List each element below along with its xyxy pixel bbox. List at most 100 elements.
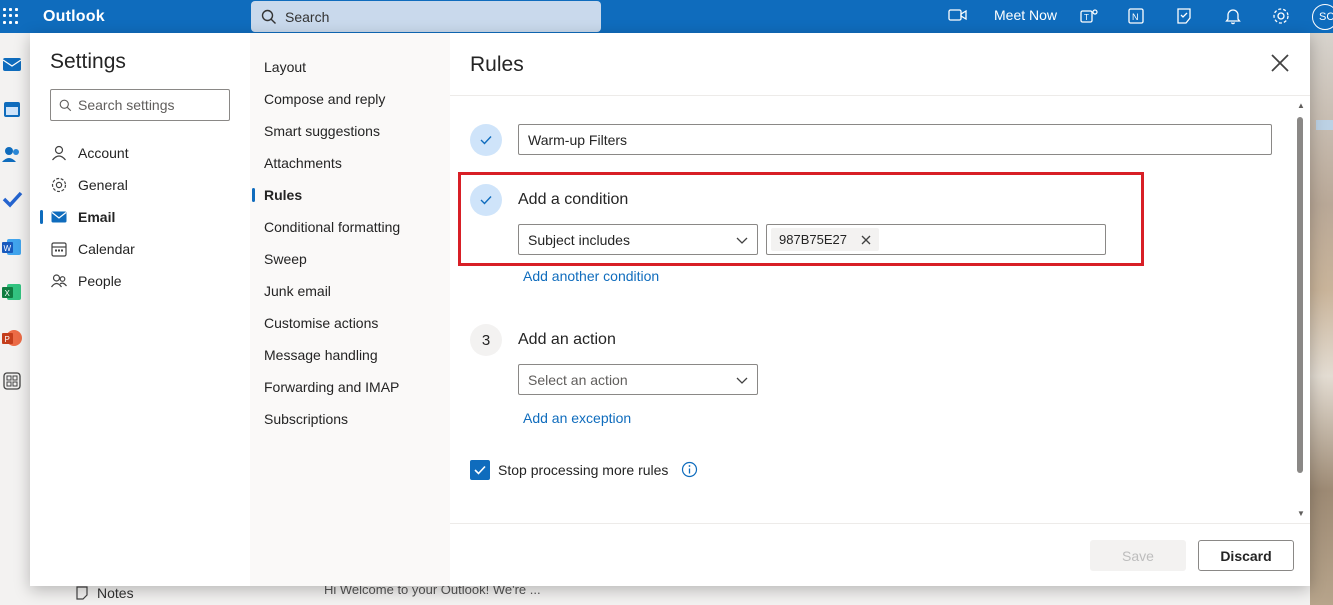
global-search-box[interactable]: Search — [251, 1, 601, 32]
section-smart-suggestions[interactable]: Smart suggestions — [250, 115, 450, 147]
checkmark-icon — [480, 136, 492, 145]
section-layout[interactable]: Layout — [250, 51, 450, 83]
onenote-icon[interactable]: N — [1127, 7, 1147, 25]
people-icon — [51, 274, 67, 288]
background-image-accent — [1316, 120, 1333, 130]
rules-editor-pane: Rules Warm-up Filters Add a condition Su… — [450, 33, 1310, 586]
category-account[interactable]: Account — [40, 137, 240, 169]
chevron-down-icon — [736, 377, 748, 384]
app-rail: W X P — [0, 33, 30, 605]
gear-icon — [51, 177, 67, 193]
search-icon — [59, 99, 72, 111]
bell-icon[interactable] — [1223, 7, 1243, 25]
step-1-complete-indicator — [470, 124, 502, 156]
discard-button[interactable]: Discard — [1198, 540, 1294, 571]
section-rules[interactable]: Rules — [250, 179, 450, 211]
mail-icon — [51, 211, 67, 223]
background-notes-item[interactable]: Notes — [75, 585, 134, 601]
section-customise-actions[interactable]: Customise actions — [250, 307, 450, 339]
step-3-indicator: 3 — [470, 324, 502, 356]
powerpoint-app-icon[interactable]: P — [1, 327, 23, 349]
action-type-placeholder: Select an action — [528, 371, 628, 388]
svg-text:X: X — [5, 289, 11, 298]
search-icon — [261, 9, 276, 24]
category-general[interactable]: General — [40, 169, 240, 201]
to-do-icon[interactable] — [1175, 7, 1195, 25]
scrollbar-thumb[interactable] — [1297, 117, 1303, 473]
svg-text:N: N — [1132, 12, 1139, 22]
settings-dialog: Settings Search settings Account General… — [30, 33, 1310, 586]
condition-type-value: Subject includes — [528, 231, 630, 248]
category-calendar[interactable]: Calendar — [40, 233, 240, 265]
condition-value-tag: 987B75E27 — [771, 228, 879, 251]
save-button[interactable]: Save — [1090, 540, 1186, 571]
svg-text:W: W — [4, 244, 12, 253]
scroll-up-arrow[interactable]: ▲ — [1297, 101, 1305, 110]
footer-divider — [450, 523, 1310, 524]
excel-app-icon[interactable]: X — [1, 281, 23, 303]
email-section-list: Layout Compose and reply Smart suggestio… — [250, 51, 450, 435]
section-forwarding-and-imap[interactable]: Forwarding and IMAP — [250, 371, 450, 403]
video-camera-icon — [948, 9, 967, 21]
section-conditional-formatting[interactable]: Conditional formatting — [250, 211, 450, 243]
add-another-condition-link[interactable]: Add another condition — [523, 268, 659, 284]
background-image — [1310, 33, 1333, 605]
app-title[interactable]: Outlook — [43, 8, 105, 26]
scroll-down-arrow[interactable]: ▼ — [1297, 509, 1305, 518]
header-divider — [450, 95, 1310, 96]
person-icon — [52, 145, 66, 161]
gear-icon[interactable] — [1271, 7, 1291, 25]
section-sweep[interactable]: Sweep — [250, 243, 450, 275]
meet-now-button[interactable]: Meet Now — [948, 7, 1057, 23]
to-do-app-icon[interactable] — [1, 188, 23, 210]
info-icon[interactable] — [681, 461, 698, 478]
calendar-icon — [51, 242, 67, 257]
add-exception-link[interactable]: Add an exception — [523, 410, 631, 426]
remove-tag-icon[interactable] — [861, 235, 871, 245]
rule-name-value: Warm-up Filters — [528, 131, 628, 148]
notes-label: Notes — [97, 585, 134, 601]
avatar[interactable]: SC — [1312, 4, 1333, 30]
stop-processing-checkbox[interactable] — [470, 460, 490, 480]
svg-text:T: T — [1084, 13, 1089, 22]
svg-text:P: P — [5, 335, 10, 344]
mail-app-icon[interactable] — [1, 53, 23, 75]
section-attachments[interactable]: Attachments — [250, 147, 450, 179]
category-email[interactable]: Email — [40, 201, 240, 233]
condition-value-text: 987B75E27 — [779, 232, 847, 247]
page-title: Rules — [470, 53, 524, 76]
calendar-app-icon[interactable] — [1, 98, 23, 120]
global-search-placeholder: Search — [285, 8, 330, 25]
category-label: Email — [78, 209, 116, 225]
condition-type-dropdown[interactable]: Subject includes — [518, 224, 758, 255]
teams-icon[interactable]: T — [1079, 7, 1099, 25]
word-app-icon[interactable]: W — [1, 236, 23, 258]
category-label: People — [78, 273, 122, 289]
section-junk-email[interactable]: Junk email — [250, 275, 450, 307]
condition-heading: Add a condition — [518, 191, 629, 208]
rule-name-input[interactable]: Warm-up Filters — [518, 124, 1272, 155]
app-launcher-icon[interactable] — [3, 8, 19, 24]
category-label: Account — [78, 145, 129, 161]
category-label: General — [78, 177, 128, 193]
category-label: Calendar — [78, 241, 135, 257]
stop-processing-label[interactable]: Stop processing more rules — [498, 462, 668, 478]
section-subscriptions[interactable]: Subscriptions — [250, 403, 450, 435]
checkmark-icon — [474, 465, 486, 475]
section-compose-and-reply[interactable]: Compose and reply — [250, 83, 450, 115]
close-icon[interactable] — [1268, 51, 1292, 75]
checkmark-icon — [480, 196, 492, 205]
top-app-bar: Outlook Search Meet Now T N SC — [0, 0, 1333, 33]
chevron-down-icon — [736, 237, 748, 244]
action-heading: Add an action — [518, 331, 616, 348]
settings-search-input[interactable]: Search settings — [50, 89, 230, 121]
condition-value-input[interactable]: 987B75E27 — [766, 224, 1106, 255]
category-people[interactable]: People — [40, 265, 240, 297]
step-2-complete-indicator — [470, 184, 502, 216]
action-type-dropdown[interactable]: Select an action — [518, 364, 758, 395]
section-message-handling[interactable]: Message handling — [250, 339, 450, 371]
more-apps-icon[interactable] — [1, 370, 23, 392]
settings-title: Settings — [50, 50, 126, 73]
people-app-icon[interactable] — [1, 143, 23, 165]
email-sections-pane: Layout Compose and reply Smart suggestio… — [250, 33, 450, 586]
